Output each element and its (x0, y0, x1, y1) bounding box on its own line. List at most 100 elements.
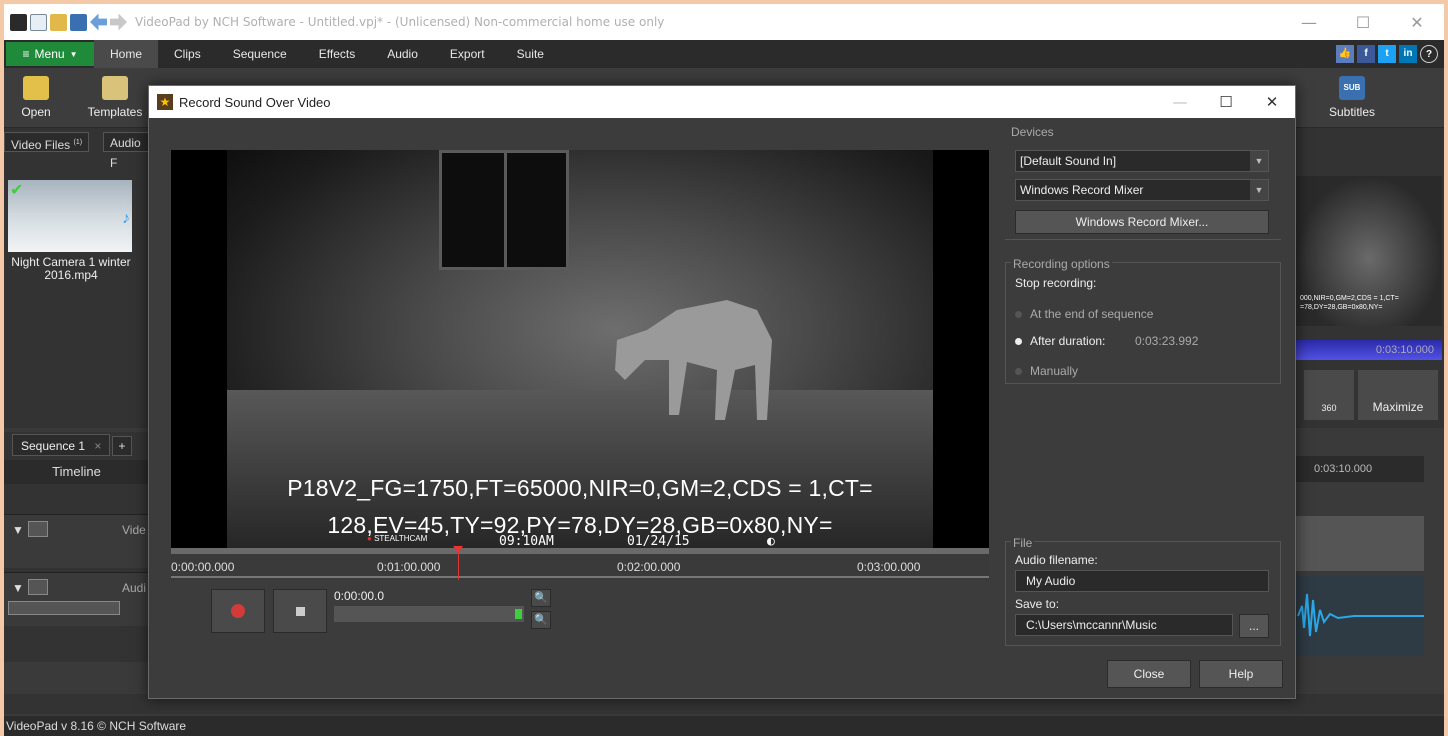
video-overlay-line-1: P18V2_FG=1750,FT=65000,NIR=0,GM=2,CDS = … (287, 475, 873, 501)
open-button[interactable]: Open (14, 72, 58, 119)
save-icon[interactable] (70, 13, 87, 31)
timeline-ruler-time: 0:03:10.000 (1294, 456, 1424, 482)
maximize-button[interactable]: Maximize (1358, 370, 1438, 420)
record-icon (231, 604, 245, 618)
audio-track-header: ▼ Audi (4, 572, 149, 626)
tab-audio-files[interactable]: Audio F (103, 132, 149, 170)
mixer-select[interactable]: Windows Record Mixer ▼ (1015, 179, 1269, 201)
collapse-arrow-icon[interactable]: ▼ (12, 523, 24, 537)
close-window-button[interactable]: ✕ (1390, 4, 1444, 40)
input-device-value: [Default Sound In] (1020, 154, 1117, 168)
stop-icon (295, 606, 305, 616)
media-bin-panel: Video Files (1) Audio F ✔ ♪ Night Camera… (4, 128, 149, 428)
ruler-tick-label: 0:00:00.000 (171, 560, 235, 574)
main-menu-button[interactable]: ≡ Menu ▼ (6, 42, 94, 66)
checkmark-icon: ✔ (10, 182, 24, 199)
video-preview: P18V2_FG=1750,FT=65000,NIR=0,GM=2,CDS = … (171, 150, 989, 548)
deer-silhouette (615, 300, 772, 420)
zoom-out-button[interactable]: 🔍 (531, 611, 551, 629)
tab-video-files[interactable]: Video Files (1) (4, 132, 90, 152)
chevron-down-icon: ▼ (1250, 151, 1268, 171)
stop-button[interactable] (273, 589, 327, 633)
templates-button[interactable]: Templates (84, 72, 146, 119)
radio-icon (1015, 311, 1022, 319)
subtitles-button[interactable]: SUB Subtitles (1322, 72, 1382, 119)
help-icon[interactable]: ? (1420, 45, 1438, 63)
tab-home[interactable]: Home (94, 40, 159, 68)
dialog-close-button[interactable]: ✕ (1249, 86, 1295, 118)
clip-thumbnail[interactable]: ✔ ♪ (8, 180, 132, 252)
windows-record-mixer-button[interactable]: Windows Record Mixer... (1015, 210, 1269, 234)
waveform-graphic (1297, 593, 1424, 637)
video-files-count: (1) (73, 139, 83, 146)
tab-audio[interactable]: Audio (371, 40, 434, 68)
file-group-label: File (1011, 536, 1035, 550)
tab-sequence-1[interactable]: Sequence 1 × (12, 434, 111, 456)
tab-clips[interactable]: Clips (158, 40, 217, 68)
close-button[interactable]: Close (1107, 660, 1191, 688)
redo-icon[interactable] (110, 13, 127, 31)
thumbs-up-icon[interactable]: 👍 (1336, 45, 1354, 63)
speaker-icon[interactable] (28, 579, 48, 595)
input-device-select[interactable]: [Default Sound In] ▼ (1015, 150, 1269, 172)
maximize-label: Maximize (1372, 400, 1424, 414)
stop-recording-label: Stop recording: (1015, 276, 1097, 290)
radio-end-of-sequence[interactable]: At the end of sequence (1015, 307, 1153, 321)
dialog-minimize-button[interactable]: — (1157, 86, 1203, 118)
dialog-timeline-ruler[interactable]: 0:00:00.000 0:01:00.000 0:02:00.000 0:03… (171, 546, 989, 580)
audio-level-meter (334, 606, 524, 622)
video-track-icon[interactable] (28, 521, 48, 537)
new-project-icon[interactable] (30, 13, 47, 31)
tab-export[interactable]: Export (434, 40, 501, 68)
add-sequence-button[interactable]: + (112, 436, 132, 456)
preview-panel: 000,NIR=0,GM=2,CDS = 1,CT= =78,DY=28,GB=… (1294, 128, 1444, 428)
radio-after-duration[interactable]: After duration: (1015, 334, 1105, 348)
facebook-icon[interactable]: f (1357, 45, 1375, 63)
playhead[interactable] (453, 546, 463, 580)
tab-effects[interactable]: Effects (303, 40, 371, 68)
open-project-icon[interactable] (50, 13, 67, 31)
ruler-track[interactable] (171, 548, 989, 554)
help-button[interactable]: Help (1199, 660, 1283, 688)
video-track-label: Vide (122, 523, 146, 537)
linkedin-icon[interactable]: in (1399, 45, 1417, 63)
audio-filename-input[interactable]: My Audio (1015, 570, 1269, 592)
collapse-arrow-icon[interactable]: ▼ (12, 581, 24, 595)
save-to-label: Save to: (1015, 597, 1060, 611)
radio-selected-icon (1015, 338, 1022, 346)
audio-track-waveform[interactable] (1294, 576, 1424, 656)
quick-access-toolbar (4, 13, 127, 31)
record-sound-dialog: ★ Record Sound Over Video — ☐ ✕ P18V2_FG… (148, 85, 1296, 699)
ruler-tick-label: 0:02:00.000 (617, 560, 681, 574)
video-track-clip[interactable] (1294, 516, 1424, 571)
tab-suite[interactable]: Suite (501, 40, 560, 68)
video-date: 01/24/15 (627, 534, 690, 548)
360-button[interactable]: 360 (1304, 370, 1354, 420)
radio-manually[interactable]: Manually (1015, 364, 1078, 378)
record-button[interactable] (211, 589, 265, 633)
volume-slider[interactable] (8, 601, 120, 615)
save-to-input[interactable]: C:\Users\mccannr\Music (1015, 614, 1233, 636)
tab-sequence[interactable]: Sequence (217, 40, 303, 68)
radio-end-label: At the end of sequence (1030, 307, 1154, 321)
video-track-header: ▼ Vide (4, 514, 149, 568)
close-icon[interactable]: × (94, 439, 101, 453)
menu-bar: ≡ Menu ▼ Home Clips Sequence Effects Aud… (4, 40, 1444, 68)
clip-name: Night Camera 1 winter 2016.mp4 (11, 255, 131, 282)
video-files-label: Video Files (11, 138, 71, 152)
sequence-panel: Sequence 1 × + Timeline ▼ Vide ▼ Audi (4, 432, 149, 662)
twitter-icon[interactable]: t (1378, 45, 1396, 63)
undo-icon[interactable] (90, 13, 107, 31)
stealthcam-logo: ● STEALTHCAM (367, 534, 428, 543)
maximize-window-button[interactable]: ☐ (1336, 4, 1390, 40)
dialog-maximize-button[interactable]: ☐ (1203, 86, 1249, 118)
browse-button[interactable]: ... (1239, 614, 1269, 638)
zoom-in-button[interactable]: 🔍 (531, 589, 551, 607)
preview-scrub-bar[interactable]: 0:03:10.000 (1296, 340, 1442, 360)
templates-label: Templates (87, 105, 143, 119)
chevron-down-icon: ▼ (1250, 180, 1268, 200)
minimize-button[interactable]: — (1282, 4, 1336, 40)
radio-duration-label: After duration: (1030, 334, 1106, 348)
duration-value[interactable]: 0:03:23.992 (1135, 334, 1198, 348)
subtitles-icon: SUB (1339, 76, 1365, 100)
